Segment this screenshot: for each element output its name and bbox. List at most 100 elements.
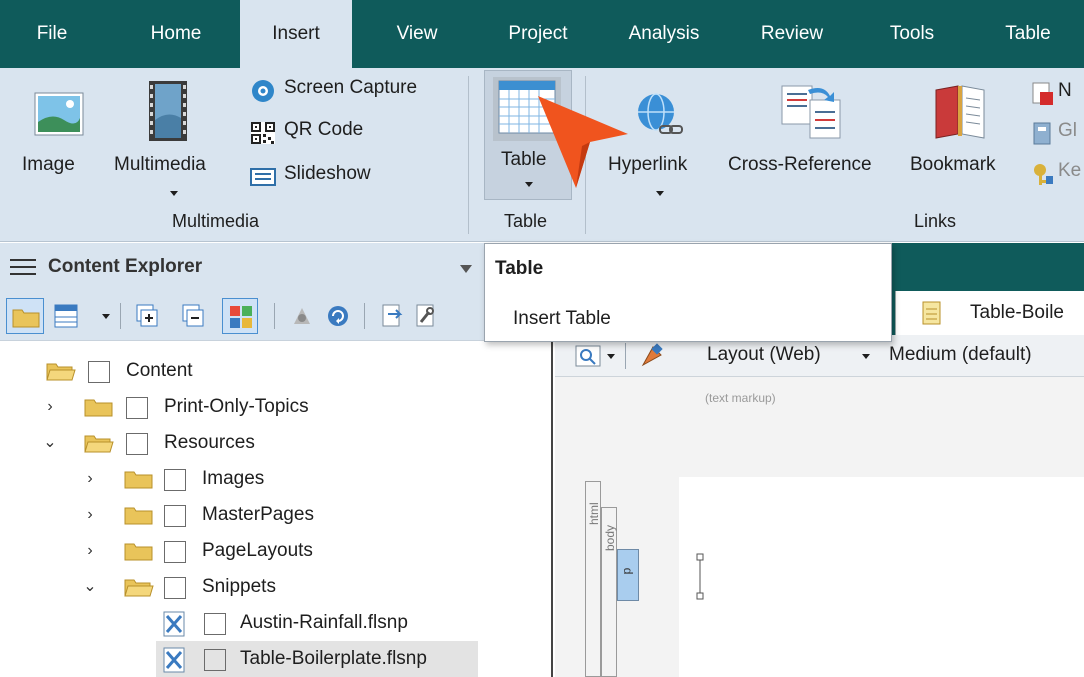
folder-icon [124,507,153,525]
folder-icon [124,543,153,561]
grid-view-button[interactable] [222,298,258,334]
document-canvas[interactable] [679,477,1084,677]
tree-item-pagelayouts[interactable]: › PageLayouts [0,533,551,569]
tree-item-images[interactable]: › Images [0,461,551,497]
structure-bar-body[interactable]: body [601,507,617,677]
links-group-label: Links [914,211,957,231]
chevron-down-icon[interactable] [862,354,870,359]
image-label: Image [22,154,75,175]
tab-project[interactable]: Project [490,0,586,68]
tab-file[interactable]: File [22,0,82,68]
content-explorer-title: Content Explorer [48,256,203,277]
content-explorer-pane: Content Explorer Content › Print-Only-To… [0,243,553,677]
checkbox[interactable] [88,361,110,383]
refresh-icon[interactable] [326,304,350,328]
cut-off-button-3[interactable]: Ke [1030,158,1084,190]
cut-off-button-1[interactable]: N [1030,78,1084,110]
chevron-right-icon[interactable]: › [80,461,100,497]
doc-tab-table-boilerplate[interactable]: Table-Boile [895,291,1084,335]
chevron-right-icon[interactable]: › [80,497,100,533]
insert-table-menu-item[interactable]: Insert Table [513,308,611,330]
screen-capture-label: Screen Capture [284,77,418,98]
tree-item-snippets[interactable]: ⌄ Snippets [0,569,551,605]
checkbox[interactable] [164,505,186,527]
folder-open-icon [46,363,76,381]
chevron-down-icon [656,191,664,196]
cross-reference-icon [781,85,841,139]
tab-review[interactable]: Review [742,0,842,68]
structure-label: body [603,524,617,551]
cut-off-button-2[interactable]: Gl [1030,118,1084,150]
checkbox[interactable] [204,649,226,671]
cut-off-label-1: N [1058,80,1072,101]
checkbox[interactable] [126,397,148,419]
tree-item-label: MasterPages [202,504,314,525]
tab-view[interactable]: View [378,0,456,68]
pointer-arrow-icon [538,96,628,188]
cross-reference-label: Cross-Reference [728,154,872,175]
checkbox[interactable] [204,613,226,635]
structure-bar-p[interactable]: p [617,549,639,601]
bookmark-button[interactable]: Bookmark [906,78,1022,208]
tree-item-content[interactable]: Content [0,353,551,389]
tree-item-print-only-topics[interactable]: › Print-Only-Topics [0,389,551,425]
tab-table[interactable]: Table [988,0,1068,68]
grid-icon [230,306,252,328]
structure-label: p [619,567,634,575]
tree-item-label: Snippets [202,576,276,597]
tab-analysis[interactable]: Analysis [612,0,716,68]
multimedia-button[interactable]: Multimedia [110,78,238,208]
checkbox[interactable] [164,541,186,563]
qr-code-icon [251,122,275,144]
collapse-all-icon[interactable] [180,304,204,328]
slideshow-button[interactable]: Slideshow [246,160,406,194]
preview-icon[interactable] [575,345,601,367]
content-explorer-toolbar [0,291,551,341]
chevron-down-icon[interactable] [607,354,615,359]
tree-item-label: Table-Boilerplate.flsnp [240,648,427,669]
cross-reference-button[interactable]: Cross-Reference [724,78,904,208]
chevron-down-icon [170,191,178,196]
expand-all-icon[interactable] [134,304,158,328]
tree-item-table-boilerplate[interactable]: Table-Boilerplate.flsnp [156,641,478,677]
tree-item-label: Austin-Rainfall.flsnp [240,612,408,633]
list-view-icon[interactable] [54,304,78,328]
document-icon [922,301,941,325]
structure-bar-html[interactable]: html [585,481,601,677]
tab-home[interactable]: Home [130,0,222,68]
screen-capture-button[interactable]: Screen Capture [246,74,448,108]
image-button[interactable]: Image [14,78,104,208]
snippet-icon [163,647,185,673]
content-explorer-header: Content Explorer [0,243,551,291]
tree-item-label: Content [126,360,193,381]
layout-dropdown[interactable]: Layout (Web) [707,344,821,366]
folder-open-icon [84,435,114,453]
tools-icon[interactable] [414,304,438,328]
style-picker-icon[interactable] [639,343,665,369]
checkbox[interactable] [126,433,148,455]
bookmark-icon [935,85,985,139]
properties-icon[interactable] [290,304,314,328]
chevron-down-icon[interactable] [102,314,110,319]
checkbox[interactable] [164,577,186,599]
tab-tools[interactable]: Tools [872,0,952,68]
chevron-right-icon[interactable]: › [80,533,100,569]
block-handle-icon[interactable] [695,553,707,601]
open-icon[interactable] [380,304,404,328]
folder-view-button[interactable] [6,298,44,334]
tree-item-masterpages[interactable]: › MasterPages [0,497,551,533]
qr-code-button[interactable]: QR Code [246,116,406,150]
chevron-down-icon[interactable] [460,265,472,273]
chevron-right-icon[interactable]: › [40,389,60,425]
tree-item-austin-rainfall[interactable]: Austin-Rainfall.flsnp [0,605,551,641]
tab-insert[interactable]: Insert [240,0,352,70]
image-icon [34,92,84,136]
checkbox[interactable] [164,469,186,491]
hamburger-icon[interactable] [10,258,36,276]
cut-off-label-3: Ke [1058,160,1082,181]
medium-dropdown[interactable]: Medium (default) [889,344,1032,366]
chevron-down-icon[interactable]: ⌄ [80,569,100,605]
chevron-down-icon[interactable]: ⌄ [40,425,60,461]
tree-item-resources[interactable]: ⌄ Resources [0,425,551,461]
group-separator [468,76,469,234]
